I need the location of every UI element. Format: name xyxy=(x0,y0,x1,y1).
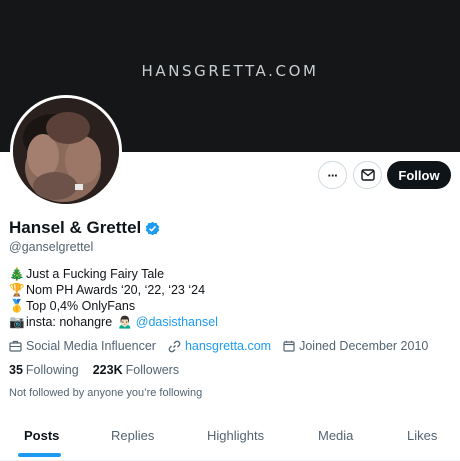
message-button[interactable] xyxy=(353,161,382,189)
following-count: 35 xyxy=(9,363,23,377)
avatar[interactable] xyxy=(10,95,122,207)
bio-text: Nom PH Awards ‘20, ‘22, ‘23 ‘24 xyxy=(26,283,206,297)
tab-likes[interactable]: Likes xyxy=(407,428,437,443)
man-emoji-icon: 🙍🏻‍♂️ xyxy=(117,315,133,329)
bio-line: 📷 insta: nohangre 🙍🏻‍♂️ @dasisthansel xyxy=(9,314,218,330)
envelope-icon xyxy=(360,169,375,181)
bio-text: Just a Fucking Fairy Tale xyxy=(26,267,165,281)
tab-media[interactable]: Media xyxy=(318,428,353,443)
following-link[interactable]: 35 Following xyxy=(9,363,79,377)
profile-name: Hansel & Grettel xyxy=(9,218,142,237)
profile-name-row: Hansel & Grettel xyxy=(9,218,160,238)
profile-meta: Social Media Influencer hansgretta.com J… xyxy=(9,339,440,353)
followers-link[interactable]: 223K Followers xyxy=(93,363,179,377)
christmas-tree-icon: 🎄 xyxy=(9,267,25,281)
mention-link[interactable]: @dasisthansel xyxy=(136,314,218,330)
bio-line: 🎄 Just a Fucking Fairy Tale xyxy=(9,266,218,282)
tab-replies[interactable]: Replies xyxy=(111,428,154,443)
medal-icon: 🥇 xyxy=(9,299,25,313)
category-text: Social Media Influencer xyxy=(26,339,156,353)
bio-text: Top 0,4% OnlyFans xyxy=(26,299,136,313)
website-link[interactable]: hansgretta.com xyxy=(185,339,271,353)
joined-text: Joined December 2010 xyxy=(299,339,429,353)
followed-by-text: Not followed by anyone you’re following xyxy=(9,387,203,399)
briefcase-icon xyxy=(9,340,22,352)
tab-highlights[interactable]: Highlights xyxy=(207,428,264,443)
profile-handle: @ganselgrettel xyxy=(9,240,94,254)
verified-badge-icon[interactable] xyxy=(145,221,160,236)
followers-label: Followers xyxy=(125,363,180,377)
more-button[interactable]: ··· xyxy=(318,161,347,189)
bio-line: 🏆 Nom PH Awards ‘20, ‘22, ‘23 ‘24 xyxy=(9,282,218,298)
trophy-icon: 🏆 xyxy=(9,283,25,297)
bio-text: insta: nohangre xyxy=(26,315,113,329)
camera-icon: 📷 xyxy=(9,315,25,329)
profile-bio: 🎄 Just a Fucking Fairy Tale 🏆 Nom PH Awa… xyxy=(9,266,218,330)
profile-tabs: Posts Replies Highlights Media Likes xyxy=(0,418,460,461)
more-icon: ··· xyxy=(327,167,339,183)
bio-line: 🥇 Top 0,4% OnlyFans xyxy=(9,298,218,314)
website-item[interactable]: hansgretta.com xyxy=(168,339,271,353)
active-tab-indicator xyxy=(18,453,61,457)
banner-text: HANSGRETTA.COM xyxy=(141,62,319,80)
calendar-icon xyxy=(283,340,295,352)
link-icon xyxy=(168,340,181,352)
tab-posts[interactable]: Posts xyxy=(24,428,59,443)
avatar-image xyxy=(13,98,119,204)
followers-count: 223K xyxy=(92,363,123,377)
category-item: Social Media Influencer xyxy=(9,339,156,353)
profile-stats: 35 Following 223K Followers xyxy=(9,363,193,377)
following-label: Following xyxy=(25,363,79,377)
joined-item: Joined December 2010 xyxy=(283,339,428,353)
follow-button[interactable]: Follow xyxy=(387,161,451,189)
